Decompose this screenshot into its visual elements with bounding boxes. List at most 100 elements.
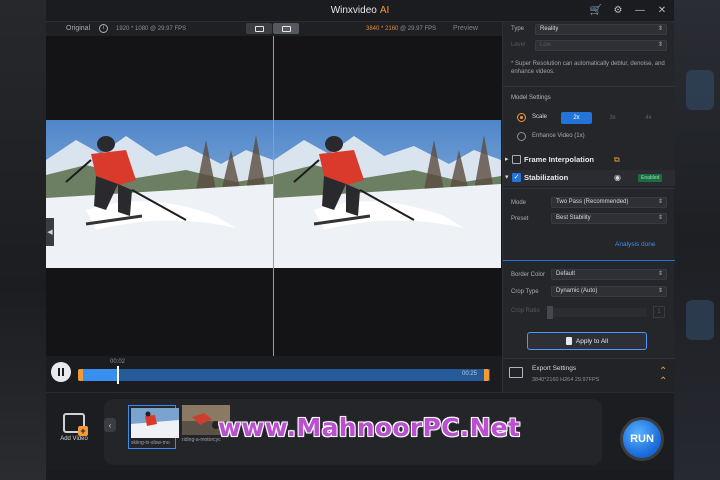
type-dropdown[interactable]: Reality ⇕ bbox=[535, 24, 667, 35]
add-video-icon: + bbox=[63, 413, 88, 436]
scale-option-4x[interactable]: 4x bbox=[633, 112, 664, 124]
collapse-left-icon[interactable]: ◀ bbox=[46, 218, 54, 246]
playhead[interactable] bbox=[116, 366, 119, 384]
enhance-radio[interactable] bbox=[517, 132, 526, 141]
enhance-label: Enhance Video (1x) bbox=[532, 133, 585, 139]
collapse-arrow-icon[interactable]: ▾ bbox=[505, 173, 509, 181]
crop-type-dropdown[interactable]: Dynamic (Auto) ⇕ bbox=[551, 286, 667, 297]
divider bbox=[503, 260, 675, 261]
stabilization-label: Stabilization bbox=[524, 173, 569, 182]
enabled-badge: Enabled bbox=[638, 174, 663, 182]
background-shape bbox=[686, 70, 714, 110]
timeline-track[interactable] bbox=[80, 369, 490, 381]
pause-button[interactable] bbox=[51, 362, 71, 382]
chevron-updown-icon: ⇕ bbox=[657, 271, 663, 277]
video-viewer: ◀ bbox=[46, 36, 502, 356]
export-details: 3840*2160 H264 29.97FPS bbox=[532, 377, 600, 383]
output-resolution: 3840 * 2160 @ 29.97 FPS bbox=[366, 26, 437, 32]
preset-label: Preset bbox=[511, 216, 529, 222]
cart-icon[interactable]: 🛒 bbox=[590, 4, 602, 16]
original-frame bbox=[46, 120, 273, 268]
crop-ratio-slider[interactable] bbox=[547, 308, 647, 317]
title-bar: Winxvideo AI 🛒 ⚙ — ✕ bbox=[46, 0, 674, 22]
preview-frame bbox=[274, 120, 501, 268]
scale-label: Scale bbox=[532, 114, 548, 120]
chevron-updown-icon: ⇕ bbox=[657, 215, 663, 221]
skier-image bbox=[274, 120, 501, 268]
preview-label: Preview bbox=[453, 25, 478, 32]
expand-arrow-icon[interactable]: ▸ bbox=[505, 155, 509, 163]
trim-start-handle[interactable] bbox=[78, 369, 83, 381]
apply-to-all-button[interactable]: Apply to All bbox=[527, 332, 647, 350]
divider bbox=[503, 188, 675, 189]
stabilization-row[interactable]: ▾ ✓ Stabilization ◉ Enabled bbox=[503, 170, 675, 186]
side-by-side-button[interactable] bbox=[273, 23, 299, 34]
frame-interpolation-label: Frame Interpolation bbox=[524, 155, 595, 164]
minimize-icon[interactable]: — bbox=[634, 4, 646, 16]
chevron-updown-icon: ⇕ bbox=[657, 288, 663, 294]
background-shape bbox=[686, 300, 714, 340]
bottom-bar: + Add Video ‹ skiing-in-slow-mo riding-a… bbox=[46, 392, 674, 470]
original-label: Original bbox=[66, 25, 91, 32]
border-color-dropdown[interactable]: Default ⇕ bbox=[551, 269, 667, 280]
skier-image bbox=[46, 120, 273, 268]
timeline: 00:02 00:25 bbox=[46, 356, 502, 392]
gear-icon[interactable]: ⚙ bbox=[612, 4, 624, 16]
scale-option-2x[interactable]: 2x bbox=[561, 112, 592, 124]
analysis-status[interactable]: Analysis done bbox=[615, 241, 655, 248]
background-right bbox=[674, 0, 720, 480]
view-mode-toggle bbox=[246, 23, 299, 34]
original-resolution: 1920 * 1080 @ 29.97 FPS bbox=[116, 26, 187, 32]
end-time: 00:25 bbox=[462, 371, 478, 377]
crop-ratio-value[interactable]: 1 bbox=[653, 306, 665, 318]
crop-ratio-knob[interactable] bbox=[547, 306, 553, 319]
crop-type-label: Crop Type bbox=[511, 289, 539, 295]
super-resolution-note: * Super Resolution can automatically deb… bbox=[511, 61, 665, 75]
clip-item[interactable]: skiing-in-slow-mo bbox=[128, 405, 179, 449]
preset-dropdown[interactable]: Best Stability ⇕ bbox=[551, 213, 667, 224]
divider bbox=[503, 86, 675, 87]
chevron-updown-icon: ⇕ bbox=[657, 26, 663, 32]
frame-interpolation-checkbox[interactable] bbox=[512, 155, 521, 164]
chevron-left-icon[interactable]: ‹ bbox=[104, 418, 116, 432]
run-button[interactable]: RUN bbox=[620, 417, 664, 461]
mode-dropdown[interactable]: Two Pass (Recommended) ⇕ bbox=[551, 197, 667, 208]
watermark-text: www.MahnoorPC.Net bbox=[218, 413, 521, 442]
stabilization-checkbox[interactable]: ✓ bbox=[512, 173, 521, 182]
model-settings-title: Model Settings bbox=[511, 95, 551, 101]
export-title: Export Settings bbox=[532, 365, 577, 372]
compare-divider[interactable] bbox=[273, 36, 274, 356]
export-settings[interactable]: Export Settings 3840*2160 H264 29.97FPS … bbox=[503, 358, 675, 392]
add-video-button[interactable]: + Add Video bbox=[56, 413, 92, 442]
level-dropdown[interactable]: Low ⇕ bbox=[535, 40, 667, 51]
border-color-label: Border Color bbox=[511, 272, 546, 278]
info-icon[interactable]: i bbox=[99, 24, 108, 33]
chevron-updown-icon: ⇕ bbox=[657, 42, 663, 48]
crop-ratio-label: Crop Ratio bbox=[511, 308, 540, 314]
export-icon bbox=[509, 367, 523, 378]
chevron-updown-icon: ⇕ bbox=[657, 199, 663, 205]
scale-option-3x[interactable]: 3x bbox=[597, 112, 628, 124]
frame-interpolation-row[interactable]: ▸ Frame Interpolation ⧉ bbox=[503, 152, 675, 168]
close-icon[interactable]: ✕ bbox=[656, 4, 668, 16]
app-window: Winxvideo AI 🛒 ⚙ — ✕ Original i 1920 * 10… bbox=[46, 0, 675, 470]
settings-panel: Type Reality ⇕ Level Low ⇕ * Super Resolut… bbox=[502, 22, 675, 392]
split-view-button[interactable] bbox=[246, 23, 272, 34]
timeline-played bbox=[80, 369, 117, 381]
scale-radio[interactable] bbox=[517, 113, 526, 122]
copy-icon bbox=[565, 337, 572, 345]
side-by-side-icon bbox=[281, 25, 291, 32]
clip-name: skiing-in-slow-mo bbox=[131, 440, 170, 446]
level-label: Level bbox=[511, 42, 526, 48]
background-left bbox=[0, 0, 46, 480]
trim-end-handle[interactable] bbox=[484, 369, 489, 381]
camera-icon[interactable]: ◉ bbox=[614, 173, 625, 182]
split-view-icon bbox=[254, 25, 264, 32]
app-title: Winxvideo AI bbox=[330, 5, 390, 16]
compare-icon[interactable]: ⧉ bbox=[614, 155, 625, 164]
type-label: Type bbox=[511, 26, 525, 32]
current-time: 00:02 bbox=[110, 359, 126, 365]
clip-thumbnail bbox=[131, 408, 179, 438]
expand-up-icon[interactable]: ⌃ ⌃ bbox=[659, 367, 667, 387]
preview-header: Original i 1920 * 1080 @ 29.97 FPS 3840 … bbox=[46, 22, 502, 36]
